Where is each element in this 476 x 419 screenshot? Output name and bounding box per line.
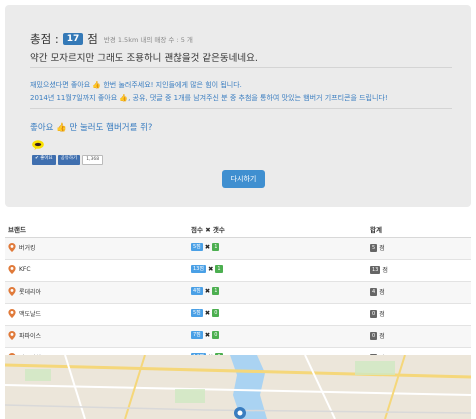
social-buttons: ✔ 좋아요 공유하기 1,368 [32, 155, 104, 165]
divider [30, 108, 452, 109]
map-pin-icon [8, 331, 16, 340]
score-count-cell: 7점 ✖ 0 [191, 331, 220, 339]
brand-cell: 롯데리아 [8, 287, 41, 296]
total-cell: 13 점 [370, 265, 388, 274]
total-label: 총점 : [30, 32, 59, 46]
brand-name: 버거킹 [19, 245, 36, 252]
score-count-cell: 13점 ✖ 1 [191, 265, 223, 273]
score-badge: 17 [62, 33, 84, 45]
brand-name: 롯데리아 [19, 289, 42, 296]
brand-score-badge: 4점 [191, 287, 203, 295]
divider [30, 67, 452, 68]
brand-cell: 버거킹 [8, 243, 36, 252]
brand-cell: 맥도날드 [8, 309, 41, 318]
result-panel: 총점 : 17 점 반경 1.5km 내의 매장 수 : 5 개 약간 모자르지… [5, 5, 471, 207]
table-body: 버거킹 5점 ✖ 1 5 점 KFC 13점 ✖ 1 13 점 롯데리아 4점 ✖ 1 4 점 맥도날드 5점 ✖ 0 0 점… [5, 238, 471, 370]
table-row: 파파이스 7점 ✖ 0 0 점 [5, 326, 471, 348]
kakao-talk-icon[interactable] [32, 140, 44, 150]
table-header: 브랜드 점수 ✖ 갯수 합계 [5, 220, 471, 238]
multiply-icon: ✖ [204, 331, 211, 339]
map-pin-icon [8, 243, 16, 252]
map-pin-icon [8, 265, 16, 274]
multiply-icon: ✖ [204, 287, 211, 295]
header-score-count: 점수 ✖ 갯수 [191, 226, 225, 234]
brand-cell: KFC [8, 265, 31, 274]
brand-score-badge: 7점 [191, 331, 203, 339]
score-count-cell: 4점 ✖ 1 [191, 287, 220, 295]
store-count-badge: 0 [212, 331, 220, 339]
total-badge: 13 [370, 265, 381, 274]
total-cell: 0점 [370, 309, 385, 318]
map-pin-icon [8, 309, 16, 318]
like-count: 1,368 [82, 155, 104, 165]
total-unit: 점 [379, 333, 385, 340]
total-badge: 5 [370, 243, 378, 252]
brand-name: 파파이스 [19, 333, 42, 340]
score-count-cell: 5점 ✖ 1 [191, 243, 220, 251]
total-badge: 0 [370, 331, 378, 340]
like-button[interactable]: ✔ 좋아요 [32, 155, 56, 165]
score-count-cell: 5점 ✖ 0 [191, 309, 220, 317]
result-comment: 약간 모자르지만 그래도 조용하니 괜찮을것 같은동네네요. [30, 53, 258, 64]
table-row: 맥도날드 5점 ✖ 0 0 점 [5, 304, 471, 326]
total-unit: 점 [379, 289, 385, 296]
brand-score-badge: 5점 [191, 309, 203, 317]
total-unit: 점 [379, 245, 385, 252]
store-count-note: 반경 1.5km 내의 매장 수 : 5 개 [103, 36, 193, 44]
brand-name: 맥도날드 [19, 311, 42, 318]
total-cell: 5점 [370, 243, 385, 252]
retry-button[interactable]: 다시하기 [222, 170, 265, 188]
header-brand: 브랜드 [8, 226, 26, 234]
promo-line-1: 재밌으셨다면 좋아요 👍 한번 눌러주세요! 지인들에게 많은 힘이 됩니다. [30, 81, 242, 89]
table-row: KFC 13점 ✖ 1 13 점 [5, 260, 471, 282]
total-cell: 4점 [370, 287, 385, 296]
store-count-badge: 1 [212, 243, 220, 251]
like-prompt: 좋아요 👍 만 눌러도 햄버거를 쥐? [30, 123, 153, 133]
brand-score-badge: 5점 [191, 243, 203, 251]
total-cell: 0점 [370, 331, 385, 340]
table-row: 버거킹 5점 ✖ 1 5 점 [5, 238, 471, 260]
multiply-icon: ✖ [207, 265, 214, 273]
brand-table: 브랜드 점수 ✖ 갯수 합계 버거킹 5점 ✖ 1 5 점 KFC 13점 ✖ 1 13 점 롯데리아 4… [5, 220, 471, 370]
total-badge: 0 [370, 309, 378, 318]
score-unit: 점 [87, 32, 98, 46]
table-row: 롯데리아 4점 ✖ 1 4 점 [5, 282, 471, 304]
map-view[interactable] [5, 355, 471, 419]
map-pin-icon [8, 287, 16, 296]
multiply-icon: ✖ [204, 243, 211, 251]
promo-line-2: 2014년 11월7일까지 좋아요 👍, 공유, 댓글 중 1개를 남겨주신 분… [30, 94, 388, 102]
total-unit: 점 [382, 267, 388, 274]
total-unit: 점 [379, 311, 385, 318]
total-score-line: 총점 : 17 점 반경 1.5km 내의 매장 수 : 5 개 [30, 31, 193, 47]
brand-name: KFC [19, 266, 31, 273]
multiply-icon: ✖ [204, 309, 211, 317]
store-count-badge: 1 [215, 265, 223, 273]
total-badge: 4 [370, 287, 378, 296]
header-total: 합계 [370, 226, 382, 234]
store-count-badge: 1 [212, 287, 220, 295]
share-button[interactable]: 공유하기 [57, 155, 81, 165]
store-count-badge: 0 [212, 309, 220, 317]
brand-score-badge: 13점 [191, 265, 206, 273]
brand-cell: 파파이스 [8, 331, 41, 340]
